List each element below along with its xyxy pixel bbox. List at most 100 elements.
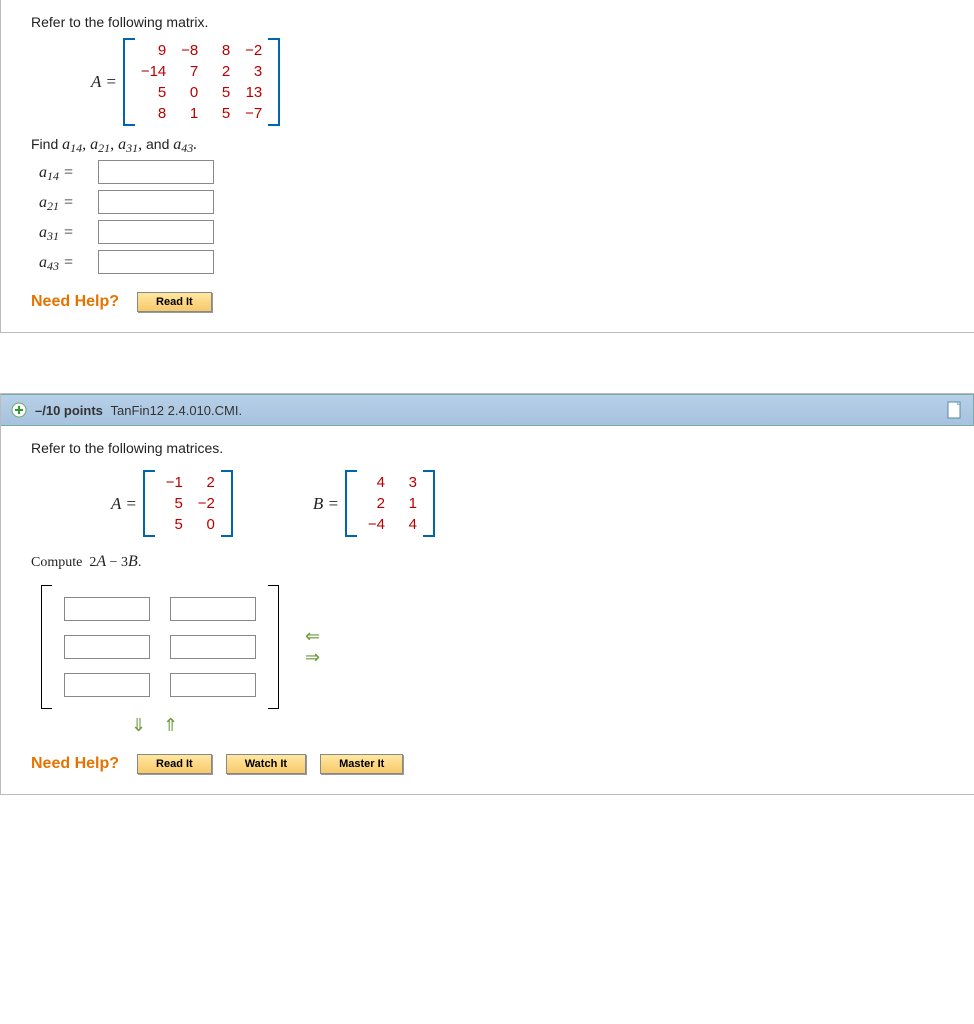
a43-input[interactable] [98, 250, 214, 274]
cell: −14 [141, 63, 166, 80]
a43-row: a43 = [39, 250, 944, 274]
q2-prompt: Refer to the following matrices. [31, 440, 944, 456]
cell: 5 [208, 84, 230, 101]
cell: 2 [193, 474, 215, 491]
answer-matrix-region: ⇐ ⇒ [41, 585, 944, 709]
cell: 4 [395, 516, 417, 533]
a21-row: a21 = [39, 190, 944, 214]
cell: 5 [208, 105, 230, 122]
cell: 1 [176, 105, 198, 122]
q1-prompt: Refer to the following matrix. [31, 14, 944, 30]
cell: 3 [240, 63, 262, 80]
cell: 9 [141, 42, 166, 59]
a43-label: a43 = [39, 254, 94, 272]
a21-input[interactable] [98, 190, 214, 214]
var: a43. [173, 136, 197, 153]
var: a14, a21, a31, [62, 136, 142, 153]
matrix-a-cells: 9 −8 8 −2 −14 7 2 3 5 0 5 13 8 1 5 −7 [139, 38, 264, 126]
q1-matrix-equation: A = 9 −8 8 −2 −14 7 2 3 5 0 5 13 8 [91, 38, 944, 126]
remove-row-arrow-icon[interactable]: ⇑ [163, 715, 184, 735]
cell: 5 [161, 495, 183, 512]
cell: 1 [395, 495, 417, 512]
cell: −7 [240, 105, 262, 122]
points-value: –/10 points [35, 403, 103, 418]
matrix-a-cells: −1 2 5 −2 5 0 [159, 470, 217, 537]
cell: 8 [141, 105, 166, 122]
read-it-button[interactable]: Read It [137, 754, 212, 774]
question-2: –/10 points TanFin12 2.4.010.CMI. Refer … [0, 393, 974, 795]
col-arrows[interactable]: ⇐ ⇒ [305, 626, 320, 668]
compute-line: Compute 2A − 3B. [31, 553, 944, 571]
cell: 8 [208, 42, 230, 59]
master-it-button[interactable]: Master It [320, 754, 403, 774]
answer-matrix [41, 585, 279, 709]
add-row-arrow-icon[interactable]: ⇓ [131, 715, 152, 735]
cell: −4 [363, 516, 385, 533]
a31-label: a31 = [39, 224, 94, 242]
q2-content: Refer to the following matrices. A = −1 … [1, 426, 974, 794]
left-bracket-icon [41, 585, 52, 709]
ans-r1c2[interactable] [170, 597, 256, 621]
cell: −1 [161, 474, 183, 491]
cell: 2 [208, 63, 230, 80]
matrix-b: 4 3 2 1 −4 4 [345, 470, 435, 537]
cell: −2 [193, 495, 215, 512]
left-bracket-icon [143, 470, 155, 537]
watch-it-button[interactable]: Watch It [226, 754, 306, 774]
question-1: Refer to the following matrix. A = 9 −8 … [0, 0, 974, 333]
source-ref: TanFin12 2.4.010.CMI. [111, 403, 243, 418]
find-text: Find [31, 136, 62, 152]
matrix-a-eq: A = −1 2 5 −2 5 0 [111, 470, 233, 537]
q1-content: Refer to the following matrix. A = 9 −8 … [1, 0, 974, 332]
cell: 0 [193, 516, 215, 533]
notes-icon[interactable] [947, 401, 963, 419]
matrix-b-label: B = [313, 494, 339, 514]
cell: 5 [161, 516, 183, 533]
ans-r3c2[interactable] [170, 673, 256, 697]
ans-r3c1[interactable] [64, 673, 150, 697]
points-label: –/10 points TanFin12 2.4.010.CMI. [35, 403, 242, 418]
q2-header: –/10 points TanFin12 2.4.010.CMI. [1, 394, 974, 426]
add-col-arrow-icon[interactable]: ⇒ [305, 647, 320, 668]
matrix-b-eq: B = 4 3 2 1 −4 4 [313, 470, 435, 537]
q1-need-help: Need Help? Read It [31, 292, 944, 312]
and-text: and [142, 136, 173, 152]
a31-row: a31 = [39, 220, 944, 244]
right-bracket-icon [423, 470, 435, 537]
q2-need-help: Need Help? Read It Watch It Master It [31, 754, 944, 774]
a14-input[interactable] [98, 160, 214, 184]
ans-r2c2[interactable] [170, 635, 256, 659]
right-bracket-icon [221, 470, 233, 537]
cell: 0 [176, 84, 198, 101]
need-help-label: Need Help? [31, 755, 119, 773]
compute-text: Compute 2A − 3B. [31, 555, 141, 570]
a31-input[interactable] [98, 220, 214, 244]
q2-matrices: A = −1 2 5 −2 5 0 B = [71, 464, 944, 543]
cell: 13 [240, 84, 262, 101]
remove-col-arrow-icon[interactable]: ⇐ [305, 626, 320, 647]
a14-row: a14 = [39, 160, 944, 184]
read-it-button[interactable]: Read It [137, 292, 212, 312]
matrix-a: 9 −8 8 −2 −14 7 2 3 5 0 5 13 8 1 5 −7 [123, 38, 280, 126]
cell: −8 [176, 42, 198, 59]
right-bracket-icon [268, 585, 279, 709]
matrix-a: −1 2 5 −2 5 0 [143, 470, 233, 537]
cell: 4 [363, 474, 385, 491]
cell: 5 [141, 84, 166, 101]
answer-cells [58, 585, 262, 709]
expand-icon[interactable] [11, 402, 27, 418]
cell: −2 [240, 42, 262, 59]
right-bracket-icon [268, 38, 280, 126]
need-help-label: Need Help? [31, 293, 119, 311]
cell: 2 [363, 495, 385, 512]
left-bracket-icon [123, 38, 135, 126]
ans-r1c1[interactable] [64, 597, 150, 621]
cell: 3 [395, 474, 417, 491]
a14-label: a14 = [39, 164, 94, 182]
ans-r2c1[interactable] [64, 635, 150, 659]
left-bracket-icon [345, 470, 357, 537]
row-arrows[interactable]: ⇓ ⇑ [131, 715, 944, 736]
matrix-a-label: A = [91, 72, 117, 92]
q2-header-left: –/10 points TanFin12 2.4.010.CMI. [11, 402, 242, 418]
a21-label: a21 = [39, 194, 94, 212]
